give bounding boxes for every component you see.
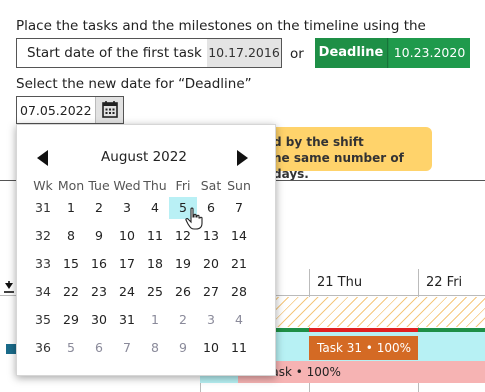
calendar-day[interactable]: 18: [141, 253, 169, 275]
row-marker-icon: [6, 344, 16, 354]
calendar-header-mon: Mon: [57, 178, 85, 193]
calendar-day[interactable]: 22: [57, 281, 85, 303]
calendar-day[interactable]: 29: [57, 309, 85, 331]
task-31-bar[interactable]: Task 31 • 100%: [309, 336, 418, 360]
calendar-day[interactable]: 31: [113, 309, 141, 331]
deadline-button[interactable]: Deadline 10.23.2020: [315, 38, 470, 68]
calendar-day[interactable]: 27: [197, 281, 225, 303]
calendar-day[interactable]: 14: [225, 225, 253, 247]
calendar-day[interactable]: 1: [141, 309, 169, 331]
calendar-day[interactable]: 21: [225, 253, 253, 275]
next-month-button[interactable]: [237, 150, 248, 166]
calendar-day[interactable]: 25: [141, 281, 169, 303]
calendar-day[interactable]: 1: [57, 197, 85, 219]
calendar-day[interactable]: 24: [113, 281, 141, 303]
date-input-value: 07.05.2022: [20, 103, 92, 118]
calendar-day[interactable]: 5: [57, 337, 85, 359]
calendar-day[interactable]: 16: [85, 253, 113, 275]
calendar-day[interactable]: 8: [57, 225, 85, 247]
arrow-down-bar-icon: [4, 281, 14, 293]
start-date-label: Start date of the first task: [27, 45, 202, 61]
calendar-day[interactable]: 26: [169, 281, 197, 303]
calendar-day[interactable]: 20: [197, 253, 225, 275]
calendar-header-wk: Wk: [33, 178, 53, 193]
week-number: 33: [35, 256, 51, 271]
calendar-day[interactable]: 15: [57, 253, 85, 275]
calendar-header-fri: Fri: [175, 178, 191, 193]
hand-cursor-icon: [185, 207, 203, 230]
week-number: 34: [35, 284, 51, 299]
calendar-day[interactable]: 7: [225, 197, 253, 219]
calendar-header-tue: Tue: [88, 178, 110, 193]
calendar-day[interactable]: 9: [169, 337, 197, 359]
or-text: or: [290, 46, 304, 62]
deadline-date-input[interactable]: 07.05.2022: [16, 96, 124, 124]
week-number: 31: [35, 200, 51, 215]
calendar-header-wed: Wed: [113, 178, 141, 193]
calendar-header-thu: Thu: [143, 178, 167, 193]
calendar-day[interactable]: 4: [225, 309, 253, 331]
week-number: 36: [35, 340, 51, 355]
calendar-day[interactable]: 3: [113, 197, 141, 219]
calendar-day[interactable]: 3: [197, 309, 225, 331]
calendar-day[interactable]: 10: [113, 225, 141, 247]
calendar-day[interactable]: 17: [113, 253, 141, 275]
deadline-label: Deadline: [315, 38, 388, 68]
day-header-21: 21 Thu: [317, 275, 363, 290]
calendar-day[interactable]: 4: [141, 197, 169, 219]
calendar-day[interactable]: 11: [141, 225, 169, 247]
calendar-header-sun: Sun: [227, 178, 251, 193]
calendar-day[interactable]: 23: [85, 281, 113, 303]
select-date-prompt: Select the new date for “Deadline”: [16, 76, 252, 92]
calendar-day[interactable]: 19: [169, 253, 197, 275]
calendar-day[interactable]: 2: [169, 309, 197, 331]
date-picker-popup: August 2022 Wk Mon Tue Wed Thu Fri Sat Sun 31 1 2 3…: [16, 124, 276, 376]
calendar-day[interactable]: 10: [197, 337, 225, 359]
calendar-day[interactable]: 7: [113, 337, 141, 359]
start-date-value: 10.17.2016: [207, 39, 281, 67]
calendar-day[interactable]: 9: [85, 225, 113, 247]
calendar-header-sat: Sat: [200, 178, 222, 193]
calendar-button[interactable]: [95, 97, 123, 123]
calendar-icon: [102, 101, 118, 118]
week-number: 32: [35, 228, 51, 243]
hint-line-2: ne same number of days.: [273, 151, 404, 181]
calendar-day[interactable]: 28: [225, 281, 253, 303]
day-header-22: 22 Fri: [426, 275, 463, 290]
calendar-day[interactable]: 8: [141, 337, 169, 359]
instruction-text: Place the tasks and the milestones on th…: [16, 18, 426, 34]
start-date-field[interactable]: Start date of the first task 10.17.2016: [16, 38, 282, 68]
calendar-day[interactable]: 2: [85, 197, 113, 219]
calendar-month-title: August 2022: [101, 149, 187, 165]
calendar-day[interactable]: 6: [85, 337, 113, 359]
calendar-day[interactable]: 11: [225, 337, 253, 359]
deadline-date: 10.23.2020: [389, 38, 470, 68]
calendar-day[interactable]: 30: [85, 309, 113, 331]
collapse-icon[interactable]: [3, 278, 15, 293]
hint-line-1: d by the shift: [273, 135, 364, 149]
week-number: 35: [35, 312, 51, 327]
